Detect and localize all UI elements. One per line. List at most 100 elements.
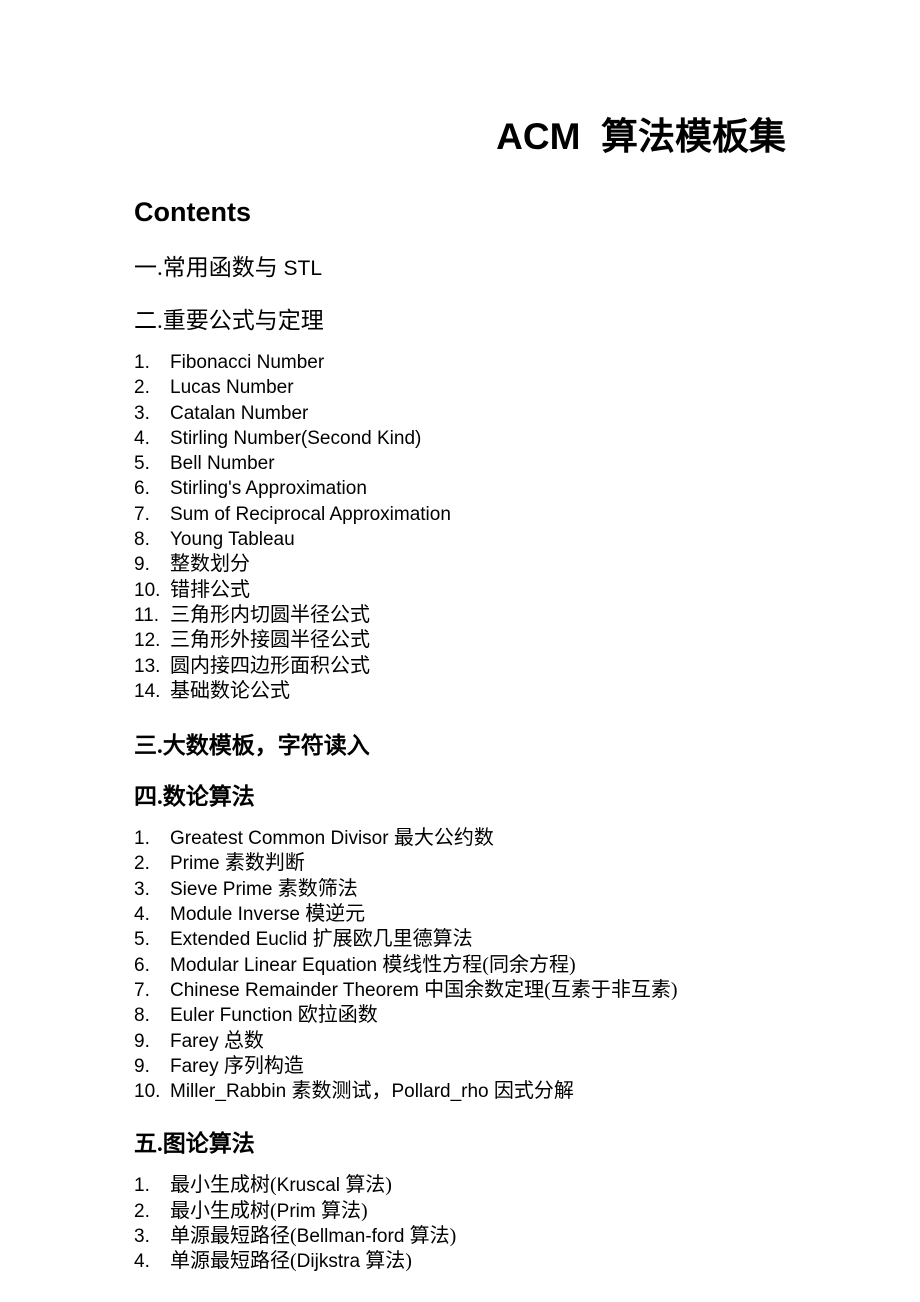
toc-item-latin: Extended Euclid [170,929,313,951]
toc-item-number: 3. [134,1226,150,1248]
toc-item-number: 4. [134,904,150,926]
toc-item-label: Chinese Remainder Theorem 中国余数定理(互素于非互素) [170,978,678,1003]
toc-item-label: Bell Number [170,451,275,476]
toc-item[interactable]: 3. 单源最短路径(Bellman-ford 算法) [134,1224,794,1249]
toc-item[interactable]: 7. Chinese Remainder Theorem 中国余数定理(互素于非互… [134,978,794,1003]
toc-item-latin: Farey [170,1030,224,1052]
toc-item-number: 9. [134,554,150,576]
toc-item-latin: Modular Linear Equation [170,954,383,976]
toc-item-latin: Catalan Number [170,402,309,424]
toc-item-cjk: 最大公约数 [393,827,494,850]
section-heading-text: 三.大数模板，字符读入 [134,733,370,759]
toc-item[interactable]: 4. Stirling Number(Second Kind) [134,426,794,451]
toc-item-number: 12. [134,630,161,652]
toc-item[interactable]: 11. 三角形内切圆半径公式 [134,603,794,628]
toc-item-label: Modular Linear Equation 模线性方程(同余方程) [170,953,576,978]
toc-item[interactable]: 6. Stirling's Approximation [134,476,794,501]
toc-item-latin: Bellman-ford [296,1226,410,1248]
toc-item-latin: Bell Number [170,453,275,475]
toc-item-label: Miller_Rabbin 素数测试，Pollard_rho 因式分解 [170,1079,574,1104]
toc-item[interactable]: 10. Miller_Rabbin 素数测试，Pollard_rho 因式分解 [134,1079,794,1104]
toc-item-number: 10. [134,1081,161,1103]
toc-item[interactable]: 5. Extended Euclid 扩展欧几里德算法 [134,927,794,952]
toc-item-latin: Lucas Number [170,377,294,399]
toc-item-cjk: 算法) [365,1250,412,1273]
toc-item-number: 10. [134,579,161,601]
section-heading-text: 四.数论算法 [134,784,255,810]
toc-item[interactable]: 2. Lucas Number [134,375,794,400]
toc-item-number: 7. [134,979,150,1001]
toc-item-number: 7. [134,503,150,525]
toc-item-label: Prime 素数判断 [170,851,305,876]
toc-item-label: Sieve Prime 素数筛法 [170,877,358,902]
toc-item-cjk: 基础数论公式 [170,679,290,702]
toc-item[interactable]: 12. 三角形外接圆半径公式 [134,628,794,653]
toc-item[interactable]: 1. 最小生成树(Kruscal 算法) [134,1173,794,1198]
toc-item-label: Fibonacci Number [170,350,324,375]
toc-item[interactable]: 2. Prime 素数判断 [134,851,794,876]
toc-item-latin: Module Inverse [170,904,306,926]
toc-item-label: 基础数论公式 [170,679,290,703]
toc-item-label: 三角形外接圆半径公式 [170,628,370,652]
toc-item[interactable]: 7. Sum of Reciprocal Approximation [134,502,794,527]
toc-item-label: Stirling's Approximation [170,476,367,501]
toc-item-latin: Greatest Common Divisor [170,828,394,850]
toc-item[interactable]: 13. 圆内接四边形面积公式 [134,654,794,679]
toc-item-number: 3. [134,878,150,900]
toc-item-cjk: 圆内接四边形面积公式 [170,654,370,677]
toc-item-number: 5. [134,929,150,951]
toc-item-number: 6. [134,954,150,976]
toc-item-cjk: 模线性方程(同余方程) [382,953,576,976]
toc-item-latin: Miller_Rabbin [170,1081,292,1103]
toc-item[interactable]: 1. Fibonacci Number [134,350,794,375]
toc-item-label: 单源最短路径(Bellman-ford 算法) [170,1224,456,1249]
toc-list-four: 1. Greatest Common Divisor 最大公约数 2. Prime 素… [134,826,794,1104]
toc-item-cjk: 序列构造 [223,1054,304,1077]
section-heading-latin: STL [283,257,323,280]
toc-item-cjk: 算法) [409,1225,457,1248]
toc-item-label: Farey 序列构造 [170,1054,304,1079]
toc-item[interactable]: 3. Sieve Prime 素数筛法 [134,877,794,902]
toc-item-number: 6. [134,478,150,500]
toc-item-latin: Prim [276,1200,321,1222]
toc-item-number: 11. [134,604,160,626]
toc-item-label: 单源最短路径(Dijkstra 算法) [170,1249,412,1274]
toc-item[interactable]: 2. 最小生成树(Prim 算法) [134,1199,794,1224]
toc-item-cjk: 素数筛法 [277,877,358,900]
toc-item[interactable]: 10. 错排公式 [134,578,794,603]
toc-list-two: 1. Fibonacci Number 2. Lucas Number 3. Catala… [134,350,794,704]
toc-item[interactable]: 9. Farey 总数 [134,1029,794,1054]
toc-item-label: Young Tableau [170,527,295,552]
toc-item-number: 9. [134,1055,150,1077]
toc-item[interactable]: 8. Young Tableau [134,527,794,552]
toc-item[interactable]: 1. Greatest Common Divisor 最大公约数 [134,826,794,851]
toc-item-number: 5. [134,453,150,475]
toc-item-number: 2. [134,853,150,875]
toc-item-label: 最小生成树(Kruscal 算法) [170,1173,392,1198]
toc-item-latin: Dijkstra [296,1251,366,1273]
toc-item[interactable]: 8. Euler Function 欧拉函数 [134,1003,794,1028]
toc-item[interactable]: 4. 单源最短路径(Dijkstra 算法) [134,1249,794,1274]
toc-item-latin: Stirling Number(Second Kind) [170,427,422,449]
toc-item-label: Sum of Reciprocal Approximation [170,502,451,527]
section-heading-text: 五.图论算法 [134,1131,255,1157]
toc-item-cjk: 单源最短路径( [170,1250,297,1273]
toc-item-number: 1. [134,352,150,373]
toc-item-cjk: 三角形内切圆半径公式 [170,603,370,626]
toc-item[interactable]: 4. Module Inverse 模逆元 [134,902,794,927]
toc-item-latin: Sum of Reciprocal Approximation [170,503,451,525]
toc-item[interactable]: 9. Farey 序列构造 [134,1054,794,1079]
toc-item-latin: Pollard_rho [391,1081,494,1103]
toc-item-label: 圆内接四边形面积公式 [170,654,370,678]
toc-item[interactable]: 6. Modular Linear Equation 模线性方程(同余方程) [134,953,794,978]
toc-item[interactable]: 14. 基础数论公式 [134,679,794,704]
toc-item[interactable]: 5. Bell Number [134,451,794,476]
toc-item[interactable]: 9. 整数划分 [134,552,794,577]
toc-item[interactable]: 3. Catalan Number [134,401,794,426]
toc-item-label: Euler Function 欧拉函数 [170,1003,378,1028]
toc-item-latin: Fibonacci Number [170,352,325,373]
section-heading-four: 四.数论算法 [134,757,794,808]
document-content: ACM 算法模板集 Contents 一.常用函数与 STL 二.重要公式与定理 1… [134,0,794,1275]
toc-item-label: Stirling Number(Second Kind) [170,426,421,451]
toc-item-cjk: 算法) [345,1174,392,1197]
